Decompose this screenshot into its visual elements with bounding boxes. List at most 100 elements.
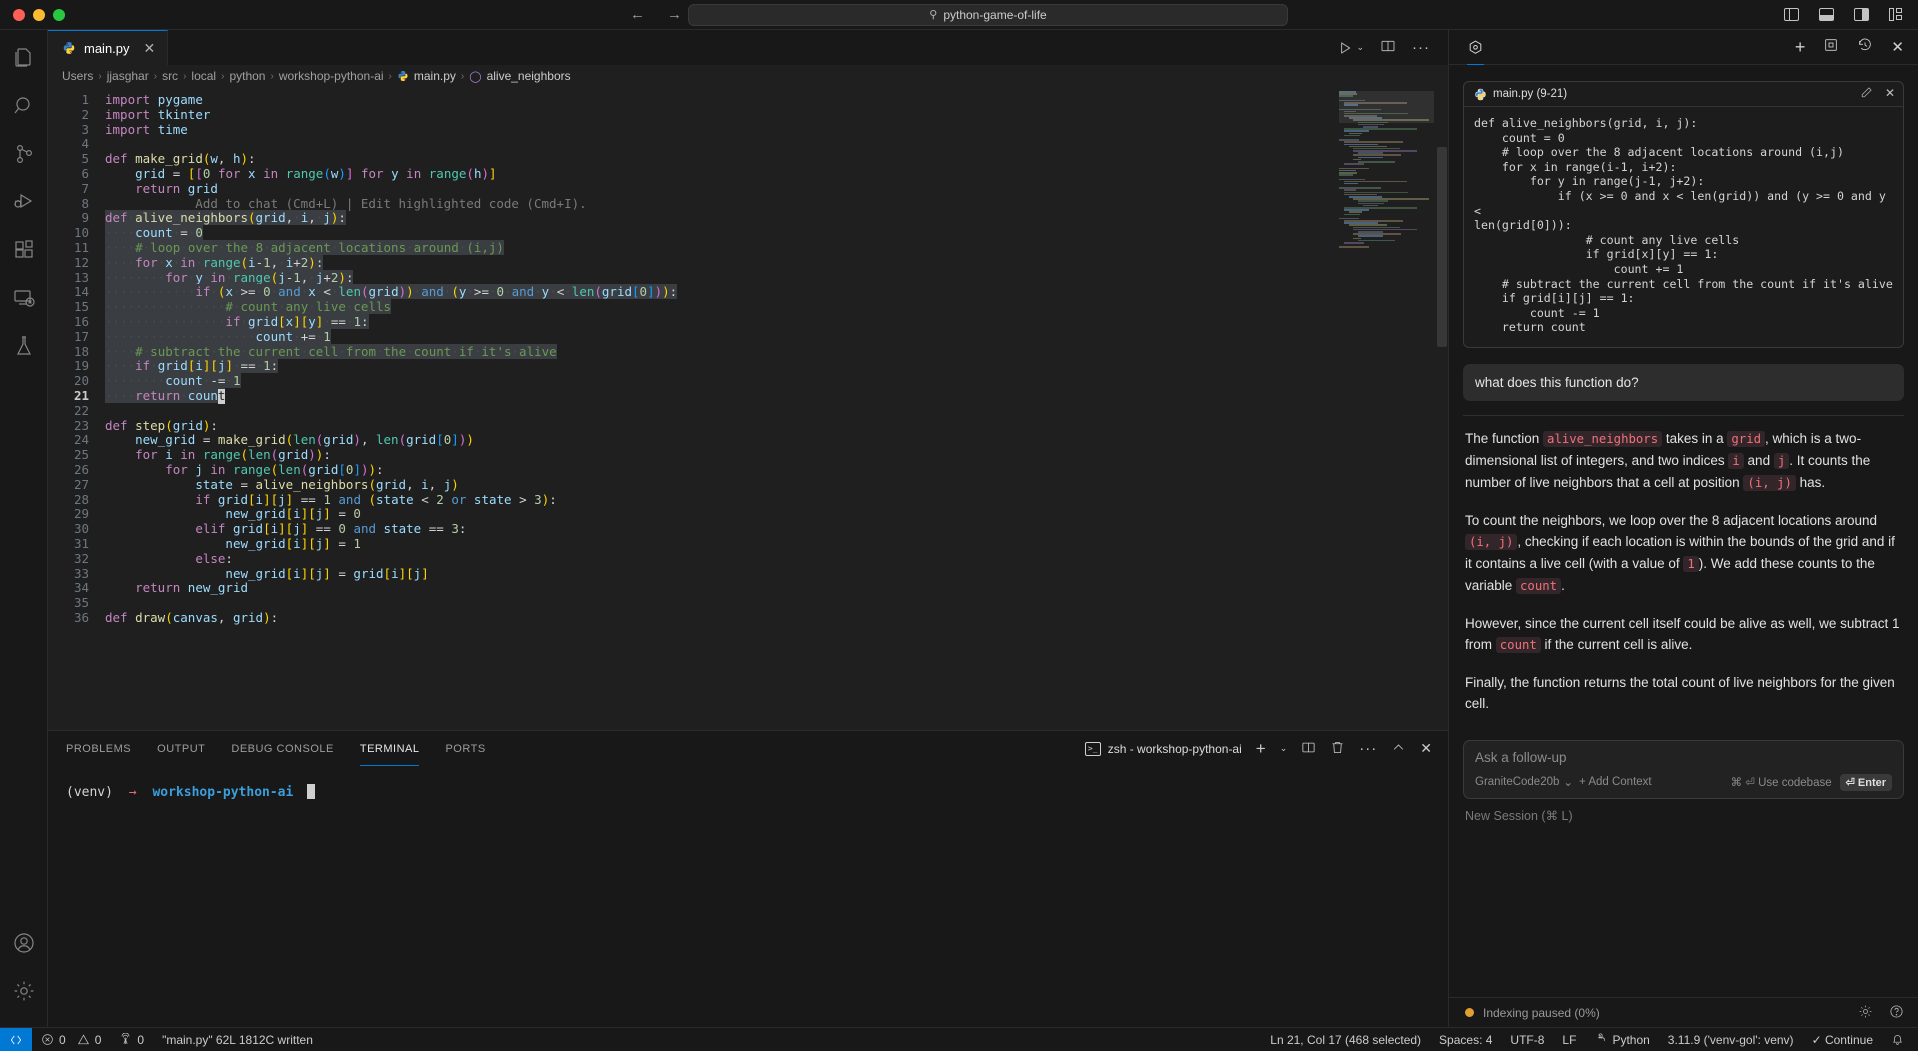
split-editor-button[interactable] [1380, 38, 1396, 57]
new-terminal-chevron-down-icon[interactable]: ⌄ [1280, 743, 1288, 754]
layout-controls[interactable] [1784, 7, 1904, 22]
new-session-hint[interactable]: New Session (⌘ L) [1449, 799, 1918, 823]
code-line[interactable]: def·alive_neighbors(grid,·i,·j): [103, 210, 1448, 226]
kill-terminal-button[interactable] [1330, 740, 1345, 758]
sidebar-item-search[interactable] [0, 84, 48, 132]
code-content[interactable]: import pygame import tkinter import time de… [103, 87, 1448, 730]
new-chat-button[interactable]: + [1795, 37, 1806, 58]
tab-main-py[interactable]: main.py ✕ [48, 30, 169, 65]
forward-arrow-icon[interactable]: → [667, 7, 682, 22]
maximize-panel-button[interactable] [1391, 740, 1406, 758]
tab-ports[interactable]: PORTS [445, 731, 485, 766]
code-line[interactable]: else: [103, 551, 1448, 567]
sidebar-item-explorer[interactable] [0, 36, 48, 84]
sidebar-item-settings[interactable] [0, 969, 48, 1017]
code-line[interactable]: ····#·subtract·the·current·cell·from·the… [103, 343, 1448, 360]
breadcrumb-item-3[interactable]: local [191, 69, 216, 83]
sidebar-item-remote-explorer[interactable] [0, 276, 48, 324]
code-line[interactable]: for i in range(len(grid)): [103, 447, 1448, 463]
back-arrow-icon[interactable]: ← [630, 7, 645, 22]
enter-button[interactable]: ⏎ Enter [1839, 773, 1892, 791]
close-continue-button[interactable]: ✕ [1891, 38, 1904, 56]
close-window-button[interactable] [13, 8, 25, 21]
code-line[interactable]: state = alive_neighbors(grid, i, j) [103, 477, 1448, 493]
code-line[interactable]: if grid[i][j] == 1 and (state < 2 or sta… [103, 492, 1448, 508]
use-codebase-hint[interactable]: ⌘ ⏎ Use codebase [1731, 775, 1832, 789]
breadcrumb-item-2[interactable]: src [162, 69, 178, 83]
tab-close-icon[interactable]: ✕ [144, 41, 156, 55]
terminal-instance-label[interactable]: >_ zsh - workshop-python-ai [1084, 741, 1242, 756]
code-line[interactable]: import time [103, 122, 1448, 138]
expand-chat-button[interactable] [1823, 37, 1839, 58]
sidebar-item-run-and-debug[interactable] [0, 180, 48, 228]
toggle-panel-icon[interactable] [1819, 8, 1834, 21]
ask-follow-up-box[interactable]: Ask a follow-up GraniteCode20b ⌄ + Add C… [1463, 739, 1904, 799]
code-line[interactable]: new_grid[i][j] = 0 [103, 506, 1448, 522]
customize-layout-icon[interactable] [1889, 8, 1904, 21]
python-interpreter-status[interactable]: 3.11.9 ('venv-gol': venv) [1659, 1028, 1803, 1051]
editor-scroll-thumb[interactable] [1437, 147, 1447, 347]
language-mode-status[interactable]: Python [1585, 1028, 1658, 1051]
continue-help-button[interactable] [1889, 1004, 1904, 1022]
code-line[interactable] [103, 404, 1448, 419]
problems-status[interactable]: 0 0 [32, 1028, 110, 1051]
code-line[interactable]: for j in range(len(grid[0])): [103, 462, 1448, 478]
chat-history-button[interactable] [1857, 37, 1873, 58]
run-python-file-button[interactable]: ⌄ [1337, 40, 1364, 56]
remove-context-button[interactable]: ✕ [1885, 86, 1895, 102]
breadcrumb-item-symbol[interactable]: ◯ alive_neighbors [469, 69, 570, 83]
code-line[interactable]: elif grid[i][j] == 0 and state == 3: [103, 521, 1448, 537]
editor-scrollbar[interactable] [1436, 87, 1448, 730]
model-chevron-down-icon[interactable]: ⌄ [1563, 775, 1573, 789]
breadcrumb-item-4[interactable]: python [229, 69, 265, 83]
sidebar-item-source-control[interactable] [0, 132, 48, 180]
maximize-window-button[interactable] [53, 8, 65, 21]
toggle-primary-sidebar-icon[interactable] [1784, 7, 1799, 22]
minimap-viewport[interactable] [1339, 91, 1434, 123]
eol-status[interactable]: LF [1553, 1028, 1585, 1051]
code-line[interactable]: ····················count·+=·1 [103, 328, 1448, 345]
minimap[interactable] [1339, 91, 1434, 531]
code-line[interactable]: def step(grid): [103, 418, 1448, 434]
close-panel-button[interactable]: ✕ [1420, 740, 1432, 757]
sidebar-item-testing[interactable] [0, 324, 48, 372]
tab-output[interactable]: OUTPUT [157, 731, 205, 766]
code-line[interactable]: ····count·=·0 [103, 225, 1448, 241]
sidebar-item-extensions[interactable] [0, 228, 48, 276]
breadcrumb-item-0[interactable]: Users [62, 69, 93, 83]
code-line[interactable]: return grid [103, 181, 1448, 197]
continue-status[interactable]: ✓ Continue [1803, 1028, 1882, 1051]
code-line[interactable]: import pygame [103, 92, 1448, 108]
code-line[interactable]: ····if·grid[i][j]·==·1: [103, 358, 1448, 374]
code-line[interactable] [103, 137, 1448, 152]
code-line[interactable]: ····return·count [103, 387, 1448, 404]
code-line[interactable]: return new_grid [103, 580, 1448, 596]
model-selector[interactable]: GraniteCode20b [1475, 776, 1559, 788]
code-line[interactable]: grid = [[0 for x in range(w)] for y in r… [103, 166, 1448, 182]
add-context-button[interactable]: + Add Context [1579, 776, 1652, 788]
code-line[interactable]: ················if·grid[x][y]·==·1: [103, 313, 1448, 330]
window-controls[interactable] [0, 8, 65, 21]
tab-terminal[interactable]: TERMINAL [360, 731, 420, 766]
code-line[interactable]: ····#·loop·over·the·8·adjacent·locations… [103, 239, 1448, 256]
code-line[interactable]: ········count·-=·1 [103, 373, 1448, 389]
code-line[interactable]: import tkinter [103, 107, 1448, 123]
ask-follow-up-input[interactable]: Ask a follow-up [1475, 750, 1892, 765]
radio-tower-status[interactable]: 0 [110, 1028, 153, 1051]
notifications-button[interactable] [1882, 1028, 1918, 1051]
code-line[interactable]: new_grid[i][j] = 1 [103, 536, 1448, 552]
code-editor[interactable]: 1 2 3 4 5 6 7 8 9 10 11 12 13 14 15 16 17 18 19 20 21 22 23 24 2… [48, 87, 1448, 730]
split-terminal-button[interactable] [1301, 740, 1316, 758]
code-line[interactable]: def make_grid(w, h): [103, 151, 1448, 167]
breadcrumb-item-1[interactable]: jjasghar [107, 69, 149, 83]
new-terminal-button[interactable]: + [1256, 739, 1266, 759]
code-line[interactable]: ········for·y·in·range(j-1,·j+2): [103, 269, 1448, 286]
code-line[interactable]: ············if·(x·>=·0·and·x·<·len(grid)… [103, 284, 1448, 300]
code-line[interactable]: new_grid = make_grid(len(grid), len(grid… [103, 432, 1448, 448]
cursor-position-status[interactable]: Ln 21, Col 17 (468 selected) [1261, 1028, 1430, 1051]
tab-problems[interactable]: PROBLEMS [66, 731, 131, 766]
continue-settings-button[interactable] [1858, 1004, 1873, 1022]
code-line[interactable]: Add to chat (Cmd+L) | Edit highlighted c… [103, 196, 1448, 212]
minimize-window-button[interactable] [33, 8, 45, 21]
encoding-status[interactable]: UTF-8 [1501, 1028, 1553, 1051]
